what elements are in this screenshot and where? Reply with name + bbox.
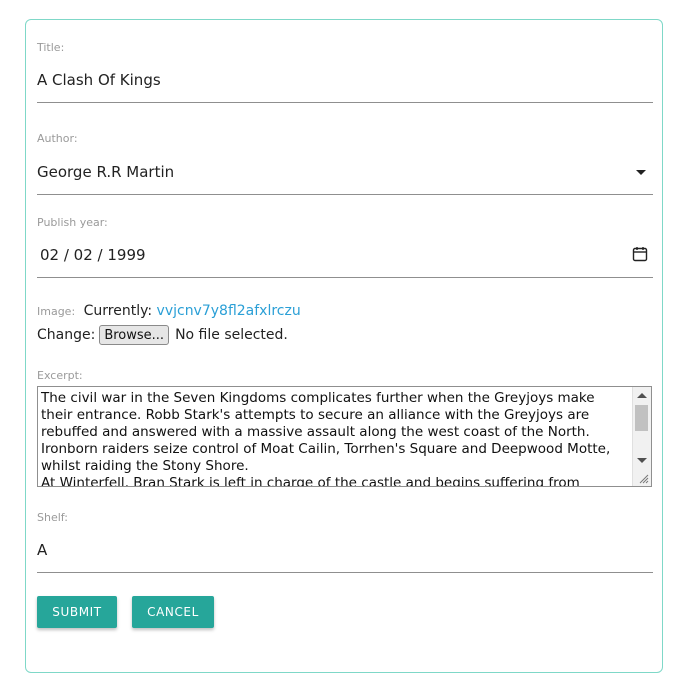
author-select[interactable]: George R.R Martin <box>37 163 174 181</box>
scroll-down-arrow-icon[interactable] <box>637 458 647 463</box>
excerpt-textarea[interactable]: The civil war in the Seven Kingdoms comp… <box>37 386 652 487</box>
publish-year-input[interactable]: 02 / 02 / 1999 <box>40 246 146 264</box>
excerpt-label: Excerpt: <box>37 369 83 382</box>
title-label: Title: <box>37 41 65 54</box>
title-underline <box>37 102 653 103</box>
publish-year-underline <box>37 277 653 278</box>
cancel-button[interactable]: CANCEL <box>132 596 214 628</box>
author-label: Author: <box>37 132 78 145</box>
book-form-card <box>25 19 663 673</box>
title-input[interactable]: A Clash Of Kings <box>37 71 161 89</box>
shelf-label: Shelf: <box>37 511 68 524</box>
image-label: Image: <box>37 305 76 318</box>
publish-year-label: Publish year: <box>37 216 108 229</box>
image-change-row: Change: Browse... No file selected. <box>37 325 288 345</box>
shelf-input[interactable]: A <box>37 541 47 559</box>
shelf-underline <box>37 572 653 573</box>
resize-grip-icon[interactable] <box>638 473 649 484</box>
author-underline <box>37 194 653 195</box>
image-currently-text: Currently: <box>83 303 153 319</box>
caret-down-icon[interactable] <box>636 170 646 175</box>
no-file-selected-text: No file selected. <box>175 327 288 343</box>
browse-button[interactable]: Browse... <box>99 325 170 345</box>
calendar-icon[interactable] <box>632 246 648 262</box>
image-current-file-link[interactable]: vvjcnv7y8fl2afxlrczu <box>157 303 301 319</box>
scroll-thumb[interactable] <box>635 405 648 431</box>
scroll-up-arrow-icon[interactable] <box>637 393 647 398</box>
excerpt-text: The civil war in the Seven Kingdoms comp… <box>41 390 611 487</box>
excerpt-scrollbar[interactable] <box>632 387 651 486</box>
image-change-text: Change: <box>37 327 96 343</box>
submit-button[interactable]: SUBMIT <box>37 596 117 628</box>
image-current-row: Image: Currently: vvjcnv7y8fl2afxlrczu <box>37 303 301 319</box>
